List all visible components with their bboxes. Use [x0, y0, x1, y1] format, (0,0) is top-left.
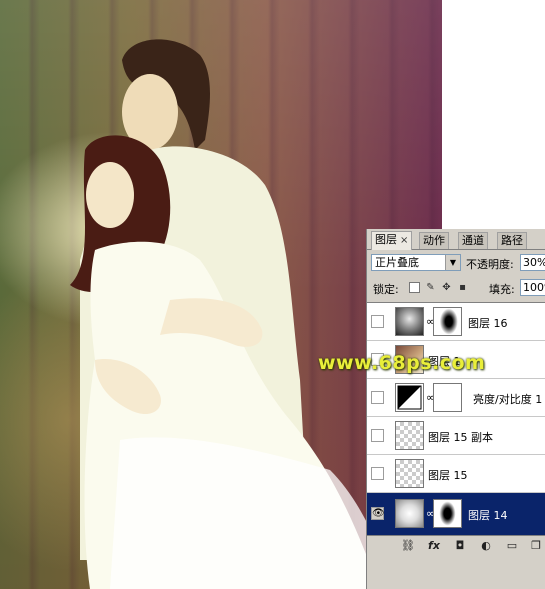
layer-row[interactable]: ∞ 图层 16 [367, 303, 545, 341]
tab-layers-label: 图层 [375, 233, 397, 246]
tab-actions[interactable]: 动作 [419, 232, 449, 249]
lock-label: 锁定: [373, 283, 399, 296]
new-layer-icon[interactable]: ❐ [529, 539, 543, 552]
layers-panel: 图层× 动作 通道 路径 正片叠底 ▼ 不透明度: 30% 锁定: ✎ ✥ ▪ … [366, 229, 545, 589]
layer-thumbnail [395, 459, 424, 488]
layer-row[interactable]: ∞ 亮度/对比度 1 [367, 379, 545, 417]
tab-paths-label: 路径 [501, 234, 523, 247]
chevron-down-icon[interactable]: ▼ [445, 255, 460, 270]
layer-mask-thumbnail [433, 307, 462, 336]
eye-icon[interactable]: 👁 [371, 507, 385, 520]
tab-layers[interactable]: 图层 × [371, 231, 413, 250]
lock-paint-icon[interactable]: ✎ [425, 282, 436, 293]
tab-channels[interactable]: 通道 [458, 232, 488, 249]
fill-label: 填充: [489, 283, 515, 296]
layer-mask-thumbnail [433, 383, 462, 412]
watermark-text: www.68ps.com [318, 352, 486, 374]
tab-channels-label: 通道 [462, 234, 484, 247]
blend-mode-select[interactable]: 正片叠底 ▼ [371, 254, 461, 271]
adjustment-thumbnail [395, 383, 424, 412]
layer-thumbnail [395, 421, 424, 450]
fill-input[interactable]: 100% [520, 279, 545, 296]
layer-thumbnail [395, 499, 424, 528]
layer-name: 图层 15 [428, 469, 468, 482]
visibility-toggle[interactable] [371, 391, 384, 404]
lock-all-icon[interactable]: ▪ [457, 282, 468, 293]
blend-mode-value: 正片叠底 [375, 256, 419, 269]
layer-name: 图层 16 [468, 317, 508, 330]
tab-paths[interactable]: 路径 [497, 232, 527, 249]
layer-row[interactable]: 图层 15 [367, 455, 545, 493]
brightness-contrast-icon [397, 385, 422, 410]
lock-move-icon[interactable]: ✥ [441, 282, 452, 293]
layers-list: ∞ 图层 16 图层 1 ∞ 亮度/对比度 1 图层 15 副本 图层 15 👁… [367, 302, 545, 536]
blend-row: 正片叠底 ▼ 不透明度: 30% [367, 253, 545, 273]
panel-bottom-bar: ⛓ fx ◘ ◐ ▭ ❐ [367, 535, 545, 556]
folder-icon[interactable]: ▭ [505, 539, 519, 552]
link-icon[interactable]: ⛓ [401, 539, 415, 552]
fx-icon[interactable]: fx [427, 539, 441, 552]
mask-icon[interactable]: ◘ [453, 539, 467, 552]
layer-name: 亮度/对比度 1 [473, 393, 543, 406]
layer-row[interactable]: 图层 15 副本 [367, 417, 545, 455]
layer-row-selected[interactable]: 👁 ∞ 图层 14 [367, 493, 545, 536]
panel-tabs: 图层 × 动作 通道 路径 [367, 229, 545, 250]
adjustment-icon[interactable]: ◐ [479, 539, 493, 552]
layer-thumbnail [395, 307, 424, 336]
layer-name: 图层 14 [468, 509, 508, 522]
opacity-input[interactable]: 30% [520, 254, 545, 271]
visibility-toggle[interactable] [371, 467, 384, 480]
layer-name: 图层 15 副本 [428, 431, 493, 444]
lock-row: 锁定: ✎ ✥ ▪ 填充: 100% [367, 279, 545, 297]
lock-transparency-icon[interactable] [409, 282, 420, 293]
tab-actions-label: 动作 [423, 234, 445, 247]
layer-mask-thumbnail [433, 499, 462, 528]
opacity-label: 不透明度: [466, 258, 514, 271]
close-icon[interactable]: × [400, 235, 408, 246]
visibility-toggle[interactable] [371, 315, 384, 328]
visibility-toggle[interactable] [371, 429, 384, 442]
